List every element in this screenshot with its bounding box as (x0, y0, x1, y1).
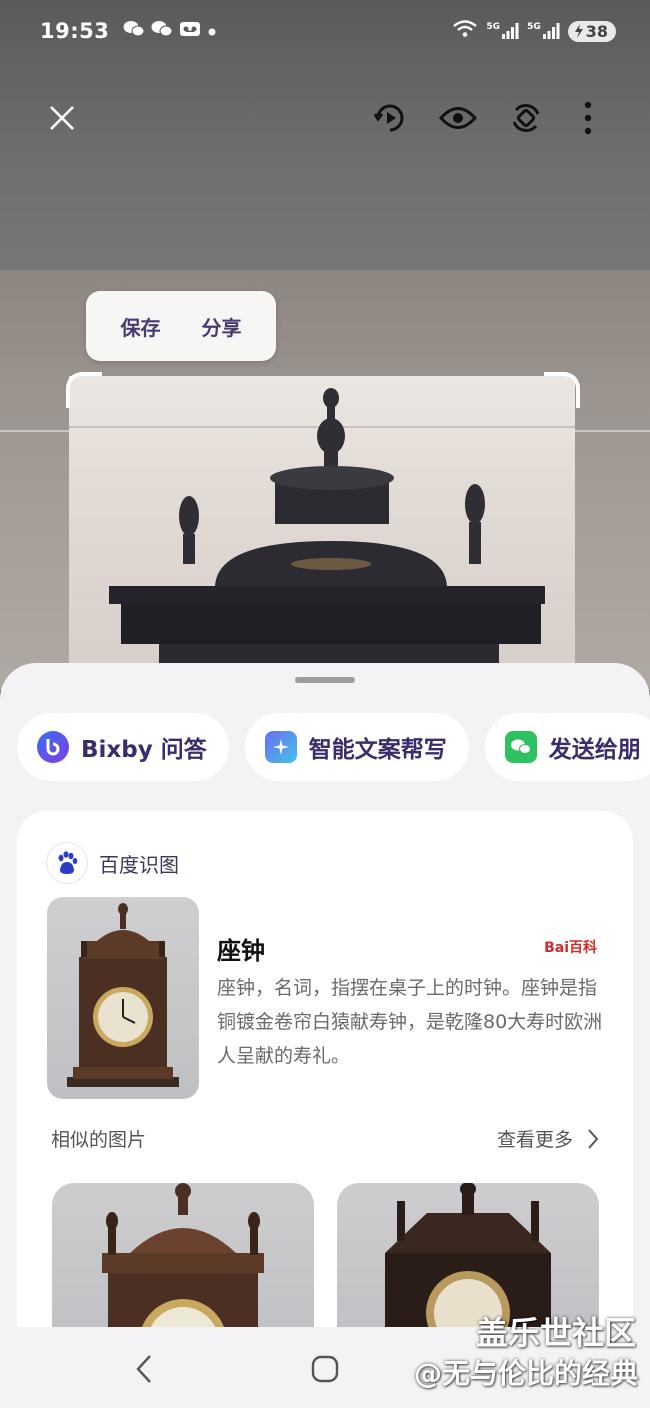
ai-write-icon (264, 731, 297, 763)
signal-icon-1: 5G (486, 22, 519, 40)
send-to-friend-chip[interactable]: 发送给朋 (484, 713, 650, 781)
network-type-1: 5G (486, 22, 501, 32)
close-button[interactable] (38, 92, 86, 144)
share-button[interactable]: 分享 (202, 312, 242, 341)
wechat-notification-icon-2 (151, 20, 173, 42)
battery-level: 38 (585, 21, 608, 41)
status-bar: 19:53 5G 5G 38 (0, 0, 650, 62)
notification-icons (123, 20, 217, 42)
crop-corner-top-left[interactable] (66, 372, 102, 408)
bixby-icon (37, 731, 69, 763)
save-share-popup: 保存 分享 (86, 291, 276, 361)
more-options-button[interactable] (564, 92, 612, 144)
signal-icon-2: 5G (527, 22, 560, 40)
bixby-chip-label: Bixby 问答 (81, 737, 207, 763)
status-time: 19:53 (40, 19, 110, 43)
result-thumbnail[interactable] (47, 897, 199, 1099)
charging-icon (574, 24, 583, 38)
close-icon (50, 106, 74, 130)
wechat-icon (504, 731, 537, 763)
save-button[interactable]: 保存 (121, 312, 161, 341)
wechat-notification-icon (123, 20, 145, 42)
source-title: 百度识图 (99, 852, 179, 877)
home-button[interactable] (305, 1349, 345, 1389)
result-description: 座钟，名词，指摆在桌子上的时钟。座钟是指铜镀金卷帘白猿献寿钟，是乾隆80大寿时欧… (217, 977, 603, 1067)
watermark-community: 盖乐世社区 (475, 1314, 636, 1352)
back-icon (136, 1355, 151, 1383)
crop-selection[interactable] (66, 372, 580, 676)
wifi-icon (452, 19, 478, 43)
ai-write-chip-label: 智能文案帮写 (308, 737, 447, 763)
similar-images-header: 相似的图片 查看更多 (51, 1125, 599, 1152)
dot-icon (207, 22, 217, 41)
eye-icon (439, 107, 477, 129)
status-right-icons: 5G 5G 38 (452, 19, 616, 43)
see-more-label: 查看更多 (496, 1129, 573, 1151)
voicemail-icon (179, 20, 201, 42)
battery-indicator: 38 (567, 20, 616, 42)
view-button[interactable] (434, 92, 482, 144)
clock-thumbnail-image (67, 903, 179, 1087)
baidu-baike-logo: Bai百科 (544, 940, 597, 956)
result-source: 百度识图 (47, 843, 179, 883)
motion-photo-button[interactable] (366, 92, 414, 144)
back-button[interactable] (124, 1349, 164, 1389)
home-icon (311, 1355, 339, 1383)
clock-top-illustration (69, 388, 575, 676)
bottom-sheet: Bixby 问答 智能文案帮写 发送给朋 百度识图 座钟 Bai百科 座钟，名词… (0, 663, 650, 1408)
selected-clock-image (69, 376, 575, 676)
rotate-button[interactable] (502, 92, 550, 144)
viewer-toolbar (0, 92, 650, 144)
motion-photo-icon (373, 104, 404, 132)
bixby-chip[interactable]: Bixby 问答 (17, 713, 229, 781)
network-type-2: 5G (527, 22, 541, 32)
watermark-author: @无与伦比的经典 (413, 1357, 638, 1390)
baidu-paw-icon (47, 843, 87, 883)
more-vertical-icon (584, 101, 592, 135)
action-chips: Bixby 问答 智能文案帮写 发送给朋 (17, 713, 650, 781)
rotate-icon (512, 104, 540, 132)
ai-write-chip[interactable]: 智能文案帮写 (244, 713, 469, 781)
chevron-right-icon (588, 1128, 599, 1149)
send-to-friend-chip-label: 发送给朋 (548, 737, 641, 763)
crop-corner-top-right[interactable] (544, 372, 580, 408)
similar-images-title: 相似的图片 (51, 1129, 147, 1151)
see-more-link[interactable]: 查看更多 (497, 1125, 599, 1152)
result-title: 座钟 (217, 937, 265, 965)
sheet-drag-handle[interactable] (295, 677, 355, 683)
